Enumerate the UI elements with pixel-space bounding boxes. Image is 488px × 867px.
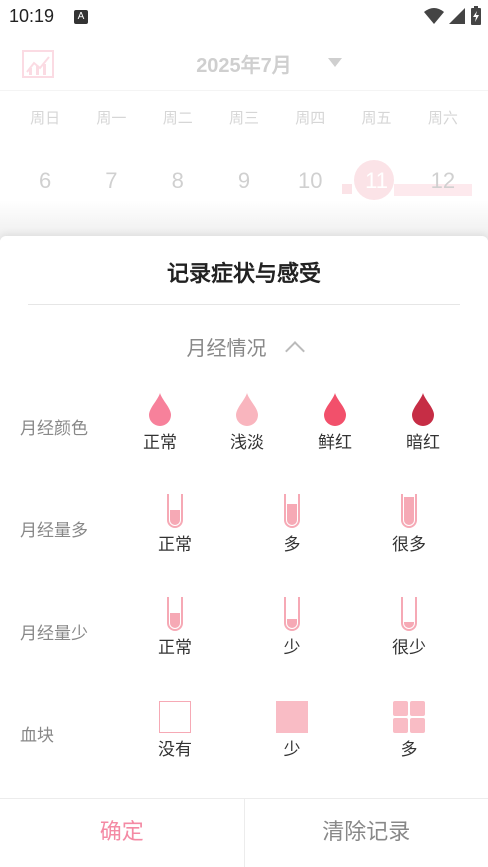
blood-drop-icon	[324, 393, 346, 426]
test-tube-icon	[401, 597, 417, 631]
blood-drop-icon	[412, 393, 434, 426]
test-tube-icon	[284, 494, 300, 528]
clear-record-button[interactable]: 清除记录	[245, 799, 488, 867]
row-label-clot: 血块	[20, 726, 54, 746]
option-label: 正常	[158, 638, 192, 658]
divider	[28, 304, 460, 305]
heavy-option-much-more[interactable]: 很多	[389, 494, 429, 555]
option-label: 多	[400, 740, 418, 760]
test-tube-icon	[167, 494, 183, 528]
test-tube-icon	[167, 597, 183, 631]
row-label-heavy-flow: 月经量多	[20, 521, 88, 541]
weekday-label: 周日	[30, 109, 61, 127]
calendar-day[interactable]: 9	[211, 166, 277, 196]
weekday-label: 周二	[162, 109, 193, 127]
heavy-option-normal[interactable]: 正常	[155, 494, 195, 555]
clot-option-many[interactable]: 多	[389, 701, 429, 760]
month-selector[interactable]: 2025年7月	[0, 49, 488, 78]
test-tube-icon	[284, 597, 300, 631]
row-label-light-flow: 月经量少	[20, 624, 88, 644]
divider	[0, 90, 488, 91]
sheet-footer: 确定 清除记录	[0, 798, 488, 867]
overlay-shade	[0, 200, 488, 240]
blood-drop-icon	[236, 393, 258, 426]
option-label: 正常	[158, 535, 192, 555]
week-days: 6 7 8 9 10 11 12	[12, 166, 476, 196]
heavy-option-more[interactable]: 多	[272, 494, 312, 555]
notification-badge-icon: A	[74, 10, 88, 24]
calendar-day[interactable]: 12	[410, 166, 476, 196]
blood-drop-icon	[149, 393, 171, 426]
calendar-day[interactable]: 6	[12, 166, 78, 196]
color-option-normal[interactable]: 正常	[140, 392, 180, 453]
option-label: 少	[283, 638, 301, 658]
color-option-pale[interactable]: 浅淡	[227, 392, 267, 453]
wifi-icon	[424, 8, 444, 24]
clot-option-none[interactable]: 没有	[155, 701, 195, 760]
option-label: 鲜红	[318, 433, 352, 453]
option-label: 没有	[158, 740, 192, 760]
sheet-title: 记录症状与感受	[166, 262, 321, 287]
status-time: 10:19	[9, 6, 55, 26]
filled-square-icon	[276, 701, 308, 733]
calendar-day[interactable]: 7	[78, 166, 144, 196]
light-option-much-less[interactable]: 很少	[389, 597, 429, 658]
weekday-label: 周三	[228, 109, 259, 127]
test-tube-icon	[401, 494, 417, 528]
section-title: 月经情况	[186, 336, 267, 360]
color-option-dark-red[interactable]: 暗红	[403, 392, 443, 453]
confirm-button[interactable]: 确定	[0, 799, 244, 867]
calendar-day-today[interactable]: 11	[343, 166, 409, 196]
weekday-header: 周日 周一 周二 周三 周四 周五 周六	[12, 107, 476, 128]
option-label: 浅淡	[230, 433, 264, 453]
chevron-up-icon[interactable]	[284, 341, 305, 361]
status-bar: 10:19 A	[0, 0, 488, 32]
caret-down-icon[interactable]	[328, 58, 342, 67]
option-label: 少	[283, 740, 301, 760]
weekday-label: 周四	[295, 109, 326, 127]
option-label: 很少	[392, 638, 426, 658]
light-option-less[interactable]: 少	[272, 597, 312, 658]
status-icons	[424, 6, 482, 26]
weekday-label: 周六	[427, 109, 458, 127]
section-header-menstruation[interactable]: 月经情况	[0, 332, 488, 361]
grid-squares-icon	[393, 701, 425, 733]
option-label: 正常	[143, 433, 177, 453]
option-label: 多	[283, 535, 301, 555]
clot-option-few[interactable]: 少	[272, 701, 312, 760]
color-option-bright-red[interactable]: 鲜红	[315, 392, 355, 453]
row-label-color: 月经颜色	[20, 419, 88, 439]
empty-square-icon	[159, 701, 191, 733]
signal-icon	[449, 8, 465, 24]
option-label: 暗红	[406, 433, 440, 453]
weekday-label: 周五	[361, 109, 392, 127]
battery-charging-icon	[471, 6, 481, 25]
calendar-day[interactable]: 8	[145, 166, 211, 196]
option-label: 很多	[392, 535, 426, 555]
calendar-day[interactable]: 10	[277, 166, 343, 196]
weekday-label: 周一	[96, 109, 127, 127]
light-option-normal[interactable]: 正常	[155, 597, 195, 658]
symptom-record-sheet: 记录症状与感受 月经情况 月经颜色 正常 浅淡 鲜红 暗红 月经量多 正常 多 …	[0, 236, 488, 867]
